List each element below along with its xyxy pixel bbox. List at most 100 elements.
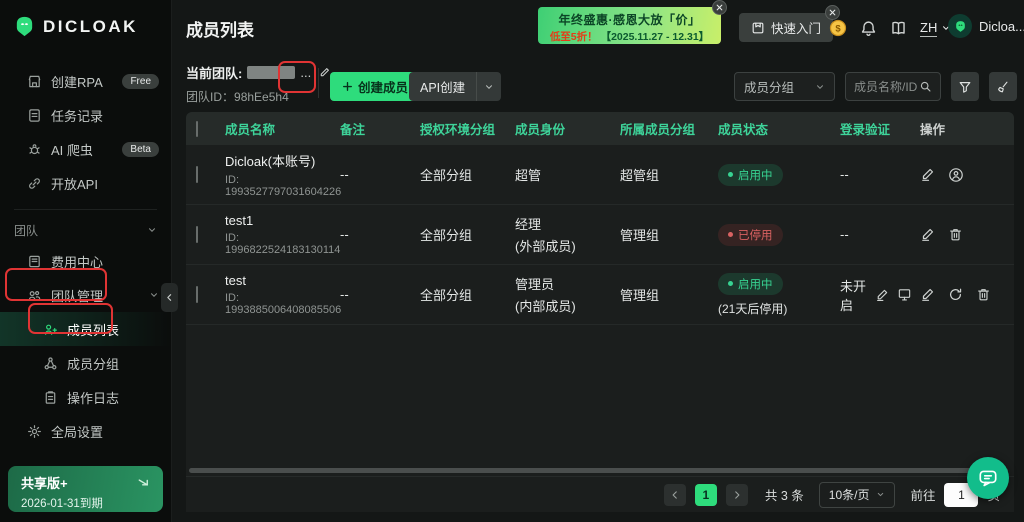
guide-icon — [751, 21, 765, 35]
monitor-icon[interactable] — [897, 287, 912, 302]
clear-filter-button[interactable] — [989, 72, 1017, 101]
sidebar-collapse-handle[interactable] — [161, 283, 178, 312]
page-size-select[interactable]: 10条/页 — [818, 481, 896, 508]
member-table: 成员名称 备注 授权环境分组 成员身份 所属成员分组 成员状态 登录验证 操作 … — [186, 112, 1014, 512]
search-icon[interactable] — [919, 80, 932, 93]
profile-icon[interactable] — [948, 167, 964, 183]
team-id-value: 98hEe5h4 — [234, 90, 289, 104]
promo-period: 【2025.11.27 - 12.31】 — [600, 31, 710, 43]
create-member-label: 创建成员 — [358, 81, 409, 95]
edit-verify-icon[interactable] — [875, 288, 889, 302]
username: Dicloa... — [979, 18, 1024, 34]
row-checkbox[interactable] — [196, 286, 198, 303]
sidebar-item-global-settings[interactable]: 全局设置 — [0, 414, 171, 448]
quick-start-close-icon[interactable] — [825, 5, 841, 20]
delete-icon[interactable] — [948, 227, 963, 242]
delete-icon[interactable] — [976, 287, 991, 302]
sidebar-item-label: 全局设置 — [51, 424, 104, 440]
funnel-icon — [959, 81, 971, 93]
api-create-dropdown[interactable] — [476, 72, 501, 101]
member-search-input[interactable] — [854, 79, 919, 94]
dicloak-mask-icon — [13, 15, 36, 38]
pagination-bar: 1 共 3 条 10条/页 前往 页 — [186, 476, 1014, 512]
sidebar-item-ai-crawler[interactable]: AI 爬虫 Beta — [0, 132, 171, 166]
refresh-icon[interactable] — [948, 287, 963, 302]
login-verify: -- — [840, 227, 849, 242]
member-group-select[interactable]: 成员分组 — [734, 72, 835, 101]
toolbar-divider — [318, 68, 319, 98]
sidebar-section-team[interactable]: 团队 — [0, 216, 171, 244]
sidebar: DICLOAK 创建RPA Free 任务记录 AI 爬虫 Beta 开放API — [0, 0, 178, 522]
team-info: 当前团队: ... 团队ID：98hEe5h4 — [186, 63, 331, 105]
docs-book-icon[interactable] — [890, 20, 907, 37]
coin-icon[interactable]: $ — [829, 19, 847, 37]
row-checkbox[interactable] — [196, 226, 198, 243]
avatar — [948, 14, 972, 38]
row-checkbox[interactable] — [196, 166, 198, 183]
member-env-group: 全部分组 — [420, 288, 473, 303]
sidebar-item-label: 创建RPA — [51, 74, 103, 90]
login-verify: 未开启 — [840, 278, 867, 313]
free-badge: Free — [122, 73, 159, 89]
col-header-actions: 操作 — [920, 123, 946, 137]
sidebar-item-create-rpa[interactable]: 创建RPA Free — [0, 64, 171, 98]
chevron-down-icon — [817, 84, 823, 89]
sidebar-item-billing[interactable]: 费用中心 — [0, 244, 171, 278]
current-team-label: 当前团队: — [186, 66, 243, 81]
sidebar-item-task-log[interactable]: 任务记录 — [0, 98, 171, 132]
edit-icon[interactable] — [920, 227, 935, 242]
plan-card[interactable]: 共享版+ 2026-01-31到期 — [8, 466, 163, 512]
brand-logo[interactable]: DICLOAK — [0, 0, 171, 38]
member-id: ID: 1996822524183130114 — [225, 232, 341, 256]
member-identity: 超管 — [515, 168, 542, 183]
member-group: 管理组 — [620, 288, 660, 303]
sidebar-divider — [14, 209, 157, 210]
sidebar-item-label: 操作日志 — [67, 390, 120, 406]
support-chat-button[interactable] — [967, 457, 1009, 499]
user-menu[interactable]: Dicloa... — [948, 14, 1024, 38]
sidebar-item-member-list[interactable]: 成员列表 — [0, 312, 171, 346]
prev-page-button[interactable] — [663, 483, 686, 506]
sidebar-item-label: 成员列表 — [67, 322, 120, 338]
status-badge: 已停用 — [718, 223, 783, 246]
member-identity-sub: (外部成员) — [515, 239, 576, 254]
promo-close-icon[interactable] — [712, 0, 727, 15]
edit-icon[interactable] — [920, 167, 935, 182]
member-note: -- — [340, 287, 349, 302]
sidebar-item-member-groups[interactable]: 成员分组 — [0, 346, 171, 380]
status-badge: 启用中 — [718, 163, 783, 186]
plus-icon — [343, 82, 352, 91]
promo-banner[interactable]: 年终盛惠·感恩大放「价」 低至5折！ 【2025.11.27 - 12.31】 — [538, 0, 727, 44]
bell-icon[interactable] — [860, 20, 877, 37]
sidebar-item-team-management[interactable]: 团队管理 — [0, 278, 171, 312]
promo-title: 年终盛惠·感恩大放「价」 — [558, 13, 701, 27]
sidebar-item-operation-log[interactable]: 操作日志 — [0, 380, 171, 414]
edit-icon[interactable] — [920, 287, 935, 302]
brand-wordmark: DICLOAK — [43, 16, 138, 36]
team-name-ellipsis: ... — [300, 65, 312, 80]
member-note: -- — [340, 167, 349, 182]
api-create-label: API创建 — [420, 81, 466, 95]
select-all-checkbox[interactable] — [196, 120, 198, 137]
chevron-down-icon — [147, 225, 157, 235]
col-header-env-group: 授权环境分组 — [420, 123, 496, 137]
next-page-button[interactable] — [725, 483, 748, 506]
quick-start-button[interactable]: 快速入门 — [739, 5, 841, 42]
sidebar-item-open-api[interactable]: 开放API — [0, 166, 171, 200]
language-switcher[interactable]: ZH — [920, 20, 951, 37]
plan-title: 共享版+ — [21, 476, 68, 491]
chevron-down-icon — [878, 492, 884, 497]
spider-icon — [27, 142, 42, 157]
promo-discount: 低至5折！ — [549, 31, 598, 43]
status-note: (21天后停用) — [718, 301, 788, 316]
filter-bar: 成员分组 — [734, 72, 1017, 101]
store-icon — [27, 74, 42, 89]
arrow-right-icon — [136, 475, 151, 490]
horizontal-scrollbar[interactable] — [189, 468, 1008, 473]
create-member-button[interactable]: 创建成员 — [330, 72, 421, 101]
filter-button[interactable] — [951, 72, 979, 101]
member-env-group: 全部分组 — [420, 168, 473, 183]
member-identity: 经理 — [515, 217, 542, 232]
page-number-button[interactable]: 1 — [694, 483, 717, 506]
api-create-button[interactable]: API创建 — [409, 72, 502, 101]
